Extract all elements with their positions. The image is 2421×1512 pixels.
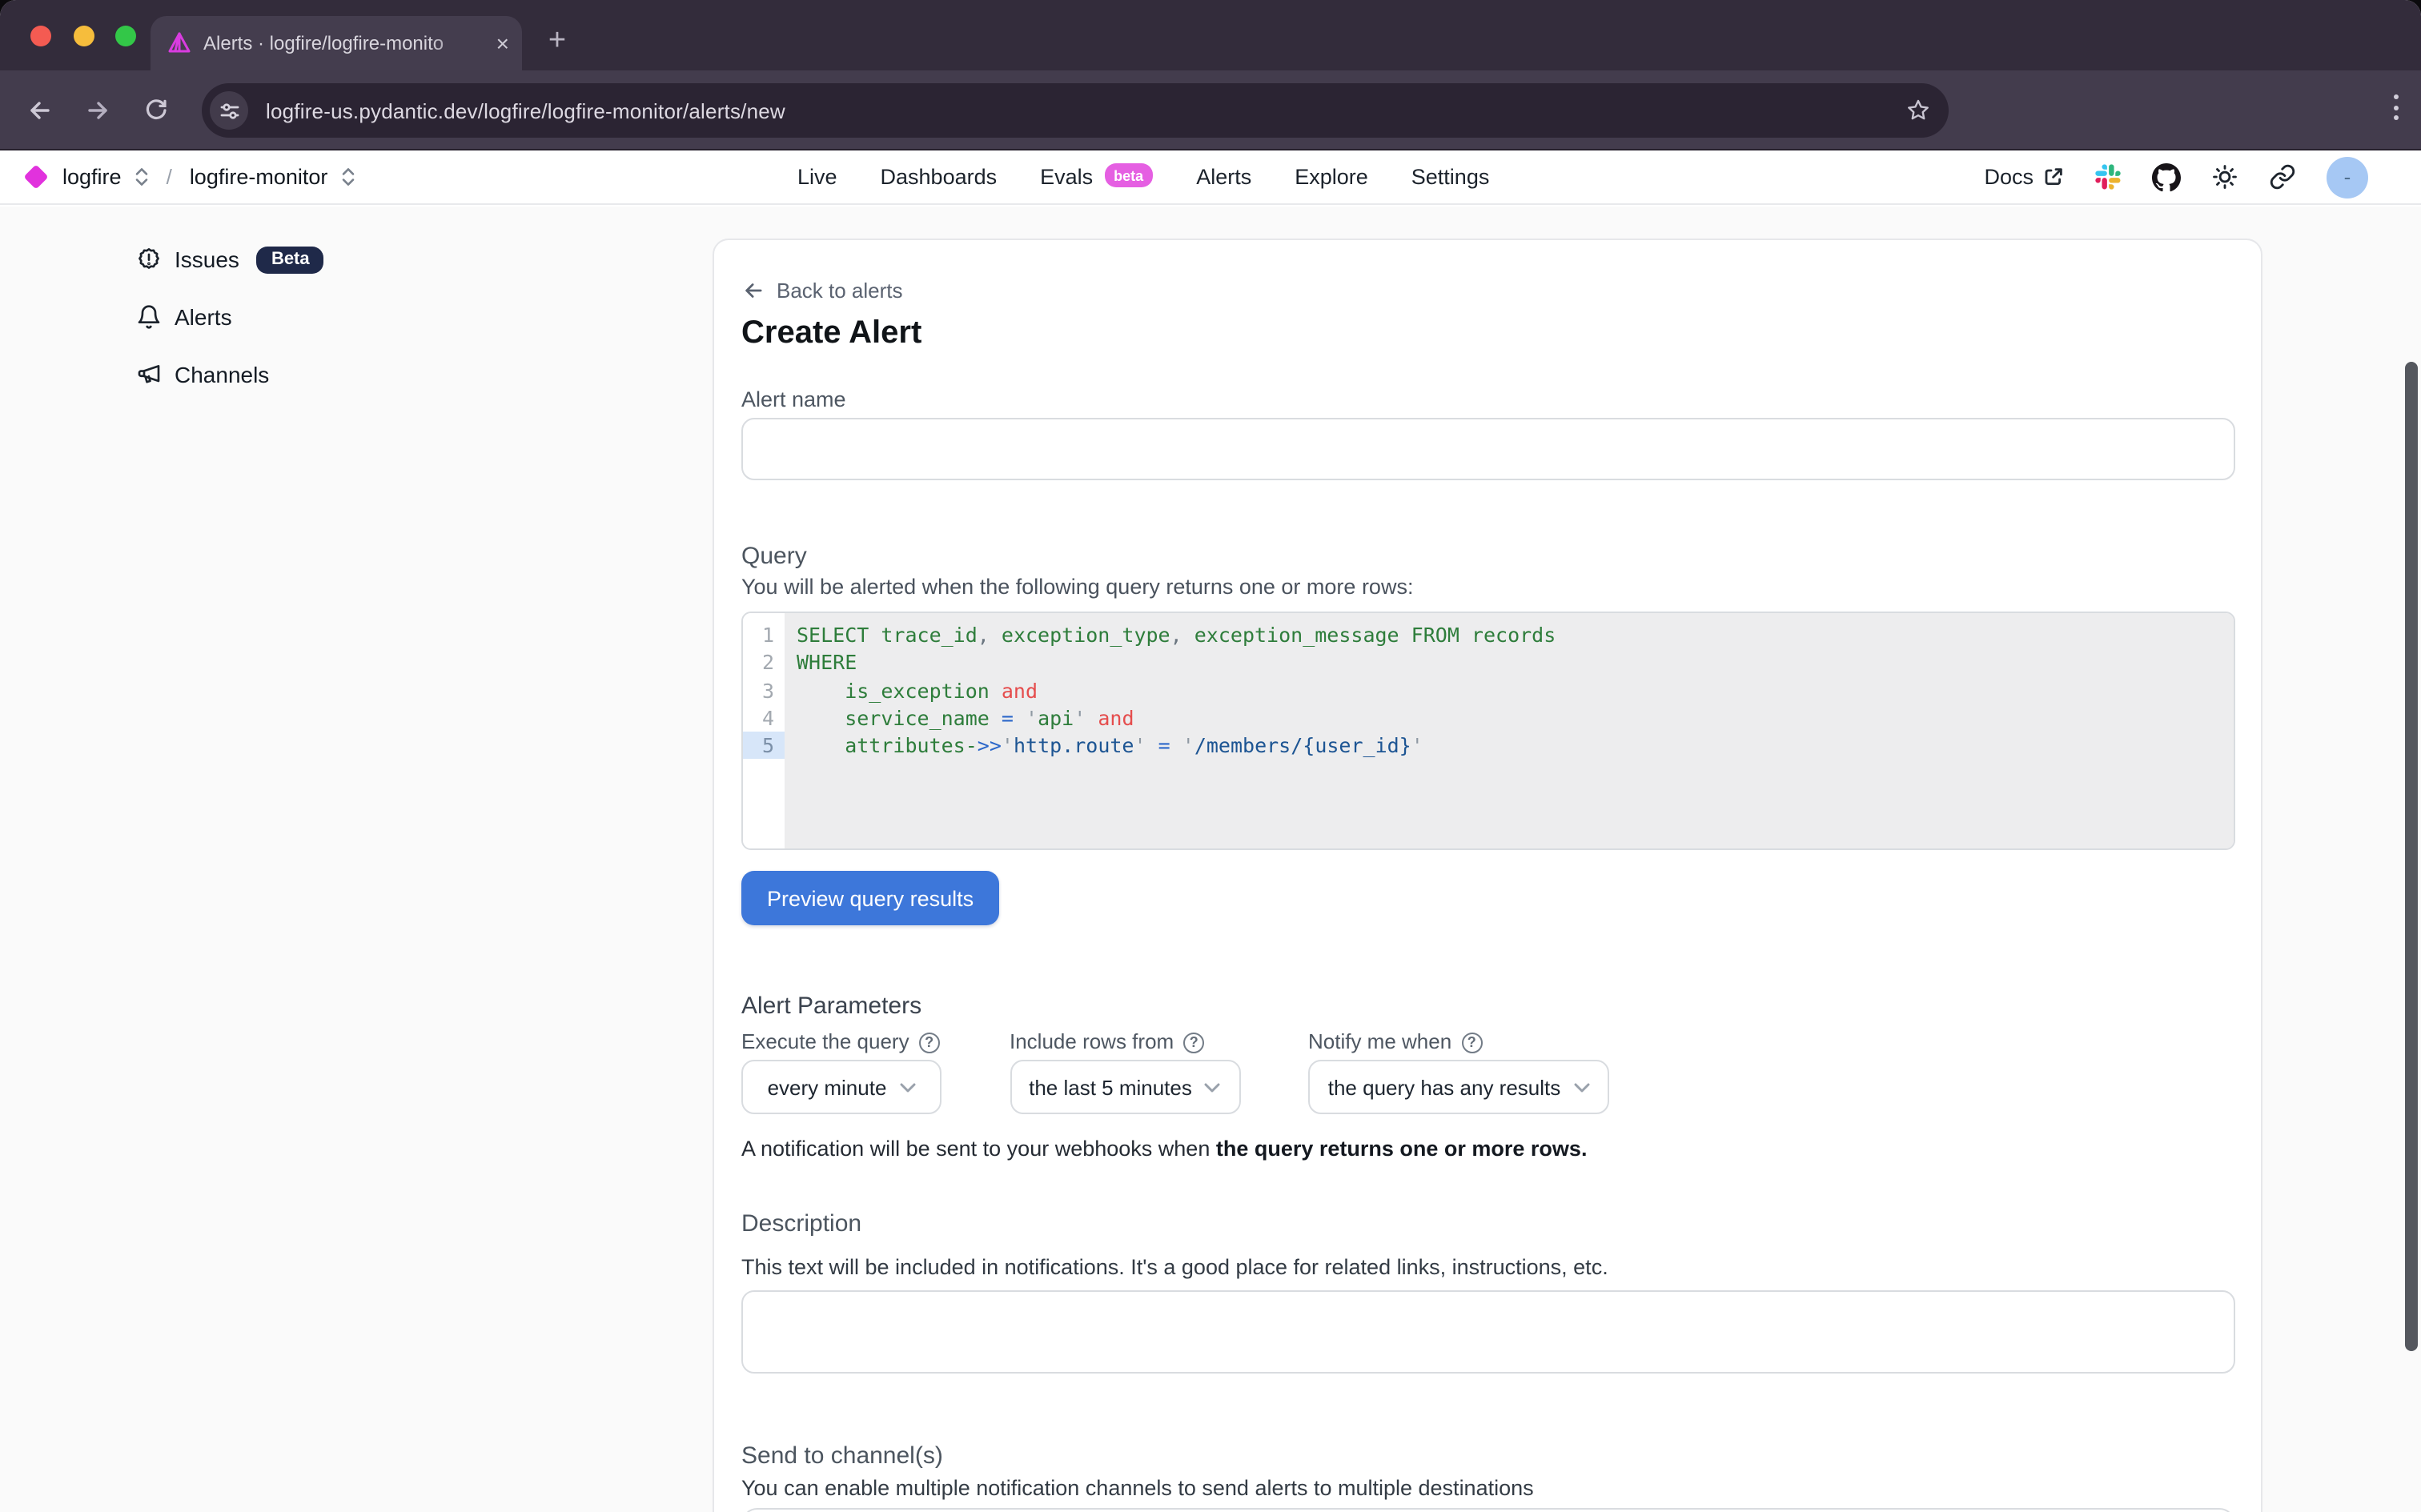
nav-evals[interactable]: Evalsbeta xyxy=(1040,165,1153,189)
help-icon[interactable]: ? xyxy=(1183,1032,1204,1053)
browser-tab[interactable]: Alerts · logfire/logfire-monito × xyxy=(151,16,522,70)
main-nav: Live Dashboards Evalsbeta Alerts Explore… xyxy=(797,150,1489,204)
breadcrumb-separator: / xyxy=(162,165,177,189)
alerts-sidebar: Issues Beta Alerts Channels xyxy=(136,241,324,393)
traffic-lights xyxy=(30,25,136,46)
channels-helper: You can enable multiple notification cha… xyxy=(741,1474,2232,1502)
back-icon[interactable] xyxy=(13,70,67,149)
sidebar-item-alerts[interactable]: Alerts xyxy=(136,299,324,335)
arrow-left-icon xyxy=(741,279,765,303)
create-alert-card: Back to alerts Create Alert Alert name Q… xyxy=(712,239,2262,1512)
nav-dashboards[interactable]: Dashboards xyxy=(881,165,998,189)
page-title: Create Alert xyxy=(741,312,2232,354)
page-body: Issues Beta Alerts Channels Back to aler… xyxy=(0,206,2421,1512)
alert-name-label: Alert name xyxy=(741,387,2232,413)
browser-window: Alerts · logfire/logfire-monito × + logf… xyxy=(0,0,2421,1512)
reload-icon[interactable] xyxy=(128,70,183,149)
header-actions: Docs - xyxy=(1984,150,2368,204)
sidebar-item-issues[interactable]: Issues Beta xyxy=(136,241,324,278)
project-selector-icon[interactable] xyxy=(340,166,355,187)
chevron-down-icon xyxy=(899,1081,915,1093)
chevron-down-icon xyxy=(1573,1081,1589,1093)
include-rows-select[interactable]: the last 5 minutes xyxy=(1010,1060,1240,1114)
preview-query-button[interactable]: Preview query results xyxy=(741,871,999,925)
execute-query-select[interactable]: every minute xyxy=(741,1060,942,1114)
app-header: logfire / logfire-monitor Live Dashboard… xyxy=(0,150,2421,205)
channels-heading: Send to channel(s) xyxy=(741,1441,2232,1471)
notify-when-select[interactable]: the query has any results xyxy=(1308,1060,1609,1114)
tab-title: Alerts · logfire/logfire-monito xyxy=(203,32,479,54)
param-notify: Notify me when? the query has any result… xyxy=(1308,1029,1609,1114)
site-settings-icon[interactable] xyxy=(210,91,248,130)
channels-box xyxy=(741,1508,2234,1512)
bell-icon xyxy=(136,304,162,330)
github-icon[interactable] xyxy=(2152,162,2181,191)
breadcrumb: logfire / logfire-monitor xyxy=(27,165,355,189)
megaphone-icon xyxy=(136,362,162,387)
slack-icon[interactable] xyxy=(2094,163,2122,191)
notification-note: A notification will be sent to your webh… xyxy=(741,1135,2232,1162)
description-helper: This text will be included in notificati… xyxy=(741,1253,2232,1281)
minimize-window-button[interactable] xyxy=(73,25,94,46)
org-selector-icon[interactable] xyxy=(134,166,149,187)
editor-gutter: 1 2 3 4 5 xyxy=(743,613,784,848)
bookmark-star-icon[interactable] xyxy=(1905,98,1931,123)
logfire-logo-icon xyxy=(23,164,48,189)
param-execute: Execute the query? every minute xyxy=(741,1029,942,1114)
docs-link[interactable]: Docs xyxy=(1984,165,2064,189)
org-name[interactable]: logfire xyxy=(62,165,122,189)
nav-settings[interactable]: Settings xyxy=(1411,165,1490,189)
external-link-icon xyxy=(2043,166,2064,187)
forward-icon[interactable] xyxy=(70,70,125,149)
viewport: Alerts · logfire/logfire-monito × + logf… xyxy=(0,0,2421,1512)
help-icon[interactable]: ? xyxy=(919,1032,940,1053)
tab-favicon-logfire-icon xyxy=(167,30,192,56)
alert-parameters-row: Execute the query? every minute Include … xyxy=(741,1029,2232,1114)
sql-editor[interactable]: 1 2 3 4 5 SELECT trace_id, exception_typ… xyxy=(741,612,2234,850)
chevron-down-icon xyxy=(1205,1081,1221,1093)
issues-badge-icon xyxy=(136,247,162,272)
project-name[interactable]: logfire-monitor xyxy=(190,165,328,189)
help-icon[interactable]: ? xyxy=(1461,1032,1482,1053)
url-bar[interactable]: logfire-us.pydantic.dev/logfire/logfire-… xyxy=(202,83,1949,138)
alert-parameters-heading: Alert Parameters xyxy=(741,991,2232,1021)
back-to-alerts-link[interactable]: Back to alerts xyxy=(741,279,2232,303)
alert-name-input[interactable] xyxy=(741,418,2234,480)
url-text: logfire-us.pydantic.dev/logfire/logfire-… xyxy=(266,98,785,122)
tab-close-icon[interactable]: × xyxy=(496,32,509,54)
close-window-button[interactable] xyxy=(30,25,51,46)
editor-code[interactable]: SELECT trace_id, exception_type, excepti… xyxy=(784,613,2233,848)
browser-menu-icon[interactable] xyxy=(2394,94,2399,120)
description-heading: Description xyxy=(741,1209,2232,1239)
user-avatar[interactable]: - xyxy=(2327,156,2368,198)
page-scrollbar-thumb[interactable] xyxy=(2405,361,2418,1350)
param-include-rows: Include rows from? the last 5 minutes xyxy=(1010,1029,1240,1114)
zoom-window-button[interactable] xyxy=(115,25,136,46)
nav-live[interactable]: Live xyxy=(797,165,837,189)
description-input[interactable] xyxy=(741,1290,2234,1374)
new-tab-button[interactable]: + xyxy=(535,19,580,64)
browser-toolbar: logfire-us.pydantic.dev/logfire/logfire-… xyxy=(0,70,2421,150)
nav-explore[interactable]: Explore xyxy=(1295,165,1368,189)
share-link-icon[interactable] xyxy=(2269,163,2296,191)
tab-strip: Alerts · logfire/logfire-monito × + xyxy=(0,0,2421,70)
query-heading: Query xyxy=(741,541,2232,572)
query-description: You will be alerted when the following q… xyxy=(741,573,2232,600)
issues-beta-badge: Beta xyxy=(257,246,324,273)
nav-alerts[interactable]: Alerts xyxy=(1196,165,1251,189)
theme-toggle-sun-icon[interactable] xyxy=(2211,163,2238,191)
evals-beta-badge: beta xyxy=(1104,163,1153,187)
sidebar-item-channels[interactable]: Channels xyxy=(136,356,324,393)
